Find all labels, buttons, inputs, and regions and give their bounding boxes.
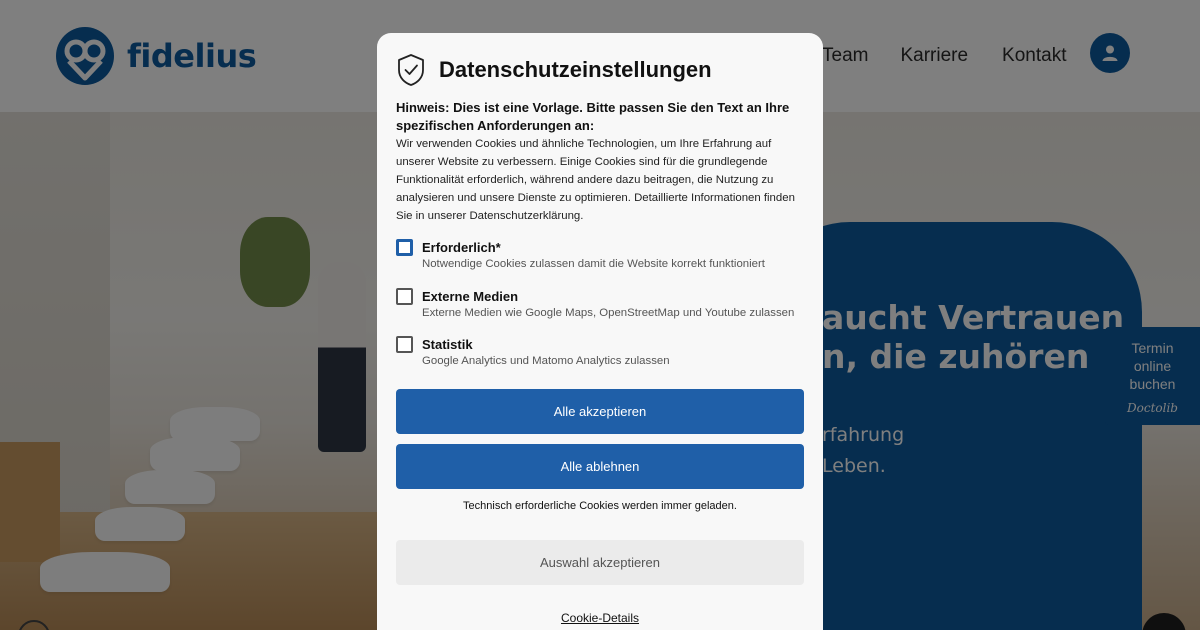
option-description: Externe Medien wie Google Maps, OpenStre… <box>422 307 795 319</box>
statistics-checkbox[interactable] <box>396 336 413 353</box>
cookie-consent-dialog: Datenschutzeinstellungen Hinweis: Dies i… <box>377 33 823 630</box>
dialog-title: Datenschutzeinstellungen <box>439 57 712 82</box>
accept-all-button[interactable]: Alle akzeptieren <box>396 389 804 434</box>
option-title: Erforderlich* <box>422 240 501 255</box>
dialog-info-text: Technisch erforderliche Cookies werden i… <box>463 500 737 512</box>
option-description: Google Analytics und Matomo Analytics zu… <box>422 355 670 367</box>
option-description: Notwendige Cookies zulassen damit die We… <box>422 258 765 270</box>
option-title: Externe Medien <box>422 289 519 304</box>
accept-selection-button[interactable]: Auswahl akzeptieren <box>396 540 804 585</box>
reject-all-button[interactable]: Alle ablehnen <box>396 444 804 489</box>
cookie-details-link[interactable]: Cookie-Details <box>396 611 804 625</box>
option-title: Statistik <box>422 337 473 352</box>
shield-check-icon <box>398 54 424 86</box>
required-checkbox[interactable] <box>396 239 413 256</box>
dialog-body-text: Wir verwenden Cookies und ähnliche Techn… <box>396 138 795 222</box>
external-media-checkbox[interactable] <box>396 288 413 305</box>
dialog-notice: Hinweis: Dies ist eine Vorlage. Bitte pa… <box>396 100 790 133</box>
dialog-header: Datenschutzeinstellungen <box>396 53 712 87</box>
